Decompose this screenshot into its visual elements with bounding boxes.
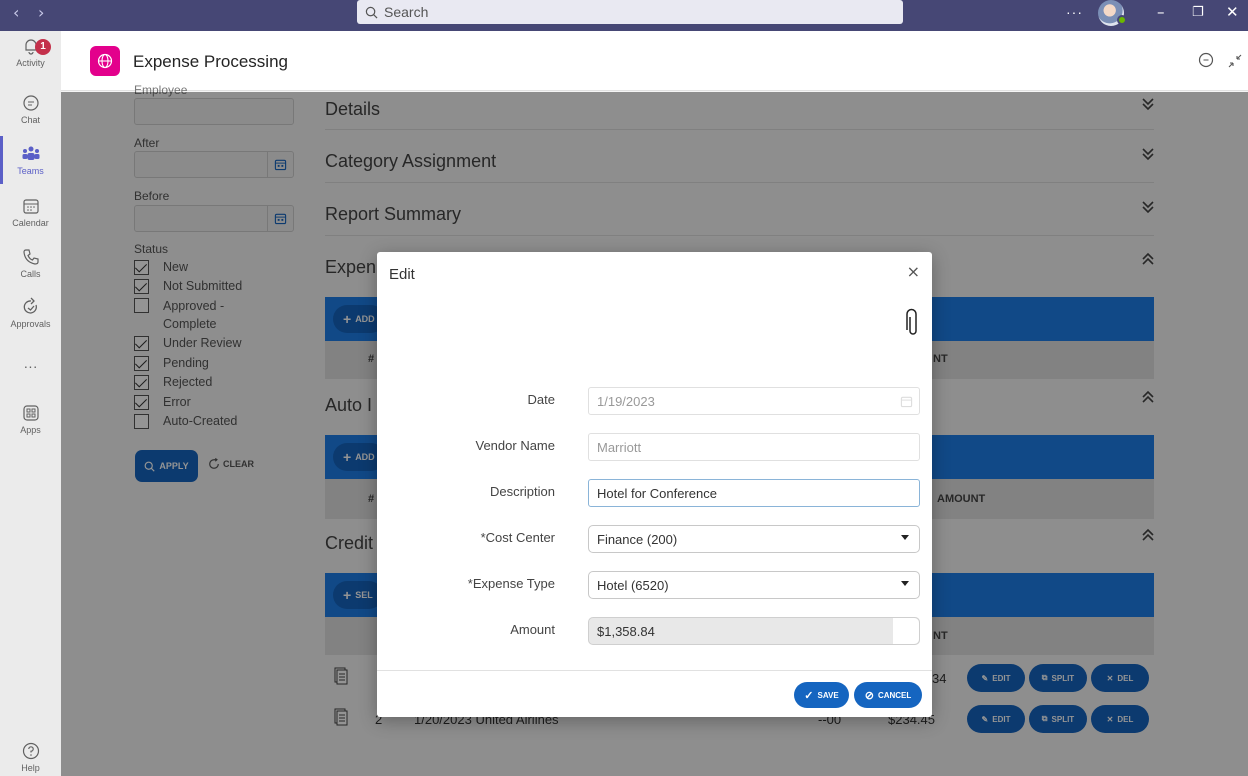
rail-item-teams[interactable]: Teams — [0, 144, 61, 176]
teams-icon — [22, 146, 39, 160]
help-icon — [22, 742, 39, 760]
search-input[interactable]: Search — [357, 0, 903, 24]
cancel-icon: ⊘ — [864, 689, 874, 702]
search-placeholder: Search — [384, 4, 429, 20]
check-icon: ✓ — [804, 689, 814, 702]
rail-item-activity[interactable]: Activity 1 — [0, 36, 61, 68]
more-options-icon[interactable]: ··· — [1066, 4, 1083, 20]
back-icon[interactable]: ‹ — [13, 3, 19, 22]
cost-center-select[interactable]: Finance (200) — [588, 525, 920, 553]
calendar-icon — [22, 199, 39, 214]
rail-item-calls[interactable]: Calls — [0, 247, 61, 279]
vendor-name-field[interactable]: Marriott — [588, 433, 920, 461]
globe-icon — [97, 53, 113, 69]
expense-type-label: *Expense Type — [467, 576, 555, 591]
more-icon: ··· — [23, 358, 38, 374]
amount-spinner[interactable] — [893, 618, 919, 644]
dialog-footer-divider — [377, 670, 932, 671]
phone-icon — [22, 249, 39, 265]
amount-field[interactable]: $1,358.84 — [588, 617, 920, 645]
amount-label: Amount — [510, 622, 555, 637]
app-logo — [90, 46, 120, 76]
save-button[interactable]: ✓ SAVE — [794, 682, 849, 708]
approvals-icon — [23, 297, 37, 314]
edit-dialog: Edit × Date 1/19/2023 Vendor Name Marrio… — [377, 252, 932, 717]
activity-badge: 1 — [35, 39, 51, 55]
description-label: Description — [489, 484, 555, 499]
restore-icon[interactable]: ❐ — [1192, 5, 1204, 20]
dialog-title: Edit — [389, 266, 415, 283]
chevron-down-icon — [901, 535, 909, 540]
chevron-down-icon — [901, 581, 909, 586]
chat-bubble-icon[interactable] — [1197, 51, 1215, 72]
apps-icon — [22, 405, 39, 421]
presence-indicator — [1117, 15, 1127, 25]
cancel-button[interactable]: ⊘ CANCEL — [854, 682, 922, 708]
rail-item-apps[interactable]: Apps — [0, 403, 61, 435]
rail-item-calendar[interactable]: Calendar — [0, 196, 61, 228]
description-field[interactable]: Hotel for Conference — [588, 479, 920, 507]
rail-item-more[interactable]: ··· — [0, 358, 61, 374]
date-field[interactable]: 1/19/2023 — [588, 387, 920, 415]
forward-icon[interactable]: › — [38, 3, 44, 22]
paperclip-icon[interactable] — [906, 308, 920, 338]
app-title: Expense Processing — [133, 52, 288, 71]
rail-item-chat[interactable]: Chat — [0, 93, 61, 125]
search-icon — [365, 6, 378, 18]
rail-item-approvals[interactable]: Approvals — [0, 297, 61, 329]
title-bar: ‹ › Search ··· – ❐ ✕ — [0, 0, 1248, 31]
close-window-icon[interactable]: ✕ — [1226, 3, 1239, 21]
expense-type-select[interactable]: Hotel (6520) — [588, 571, 920, 599]
date-label: Date — [527, 392, 555, 407]
cost-center-label: *Cost Center — [480, 530, 555, 545]
close-icon[interactable]: × — [907, 262, 920, 281]
collapse-icon[interactable] — [1227, 53, 1243, 72]
minimize-icon[interactable]: – — [1157, 3, 1165, 21]
vendor-label: Vendor Name — [475, 438, 556, 453]
app-header: Expense Processing — [61, 31, 1248, 91]
rail-item-help[interactable]: Help — [0, 741, 61, 773]
calendar-icon[interactable] — [900, 395, 913, 408]
app-rail: Activity 1 Chat Teams Calendar Calls App… — [0, 31, 61, 776]
chat-icon — [22, 95, 39, 111]
